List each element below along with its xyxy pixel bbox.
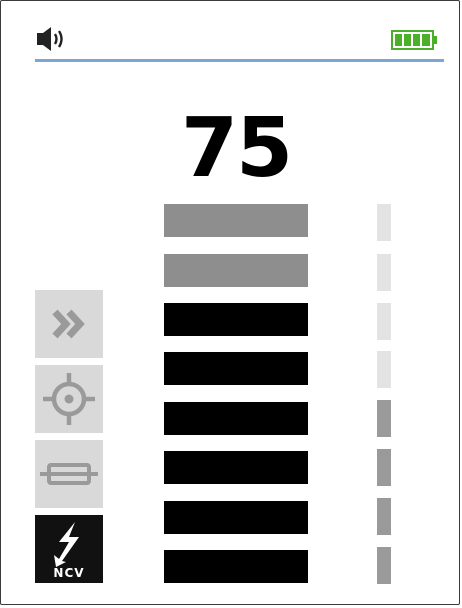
- target-icon: [43, 373, 95, 425]
- mode-button-fast[interactable]: [35, 290, 103, 358]
- mode-button-target[interactable]: [35, 365, 103, 433]
- fuse-icon: [40, 463, 98, 485]
- bar-segment-5: [164, 402, 308, 435]
- mode-button-ncv[interactable]: NCV: [35, 515, 103, 583]
- level-tick-2: [377, 254, 391, 291]
- level-tick-8: [377, 547, 391, 584]
- speaker-icon[interactable]: [36, 25, 70, 53]
- level-tick-4: [377, 351, 391, 388]
- signal-bar-graph: [164, 1, 309, 608]
- level-tick-1: [377, 204, 391, 241]
- bar-segment-3: [164, 303, 308, 336]
- bar-segment-8: [164, 550, 308, 583]
- level-tick-3: [377, 303, 391, 340]
- level-tick-5: [377, 400, 391, 437]
- ncv-label: NCV: [53, 566, 85, 580]
- bar-segment-1: [164, 204, 308, 237]
- bar-segment-7: [164, 501, 308, 534]
- level-tick-7: [377, 498, 391, 535]
- fast-forward-icon: [52, 309, 85, 339]
- bar-segment-6: [164, 451, 308, 484]
- battery-icon: [391, 29, 439, 51]
- device-screen: 75 NCV: [0, 0, 460, 605]
- level-tick-6: [377, 449, 391, 486]
- bar-segment-4: [164, 352, 308, 385]
- bar-segment-2: [164, 254, 308, 287]
- level-indicator: [377, 1, 393, 608]
- mode-button-fuse[interactable]: [35, 440, 103, 508]
